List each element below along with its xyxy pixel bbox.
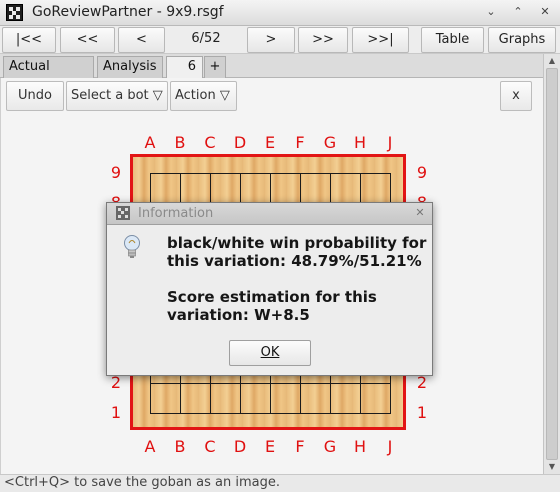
tab-actual-game[interactable]: Actual game — [3, 56, 94, 94]
previous-move-button[interactable]: < — [118, 27, 165, 53]
column-label: E — [264, 133, 276, 152]
win-probability-line1: black/white win probability for — [167, 234, 427, 252]
close-tab-button[interactable]: x — [500, 81, 532, 111]
ok-button[interactable]: OK — [229, 340, 311, 366]
ok-label: OK — [260, 345, 280, 360]
column-label: B — [174, 437, 186, 456]
row-label: 1 — [416, 403, 428, 422]
close-window-icon[interactable]: ✕ — [534, 2, 556, 22]
column-label: E — [264, 437, 276, 456]
forward-ten-button[interactable]: >> — [298, 27, 348, 53]
next-move-button[interactable]: > — [247, 27, 295, 53]
undo-button[interactable]: Undo — [6, 81, 64, 111]
first-move-button[interactable]: |<< — [2, 27, 56, 53]
column-label: F — [295, 437, 305, 456]
column-label: B — [174, 133, 186, 152]
column-label: G — [323, 133, 337, 152]
app-window: GoReviewPartner - 9x9.rsgf ⌄ ⌃ ✕ |<< << … — [0, 0, 560, 492]
grid-line-horizontal — [150, 413, 391, 414]
last-move-button[interactable]: >>| — [352, 27, 409, 53]
dialog-title-bar: Information ✕ — [107, 203, 432, 225]
window-title: GoReviewPartner - 9x9.rsgf — [32, 4, 224, 20]
back-ten-button[interactable]: << — [60, 27, 115, 53]
vertical-scrollbar[interactable]: ▲ ▼ — [543, 54, 560, 474]
tab-add-button[interactable]: + — [204, 56, 226, 78]
column-label: H — [353, 133, 367, 152]
column-label: J — [387, 133, 393, 152]
column-label: A — [144, 133, 156, 152]
minimize-icon[interactable]: ⌄ — [480, 2, 502, 22]
column-label: D — [233, 437, 247, 456]
navigation-bar: |<< << < 6/52 > >> >>| Table Graphs — [0, 26, 560, 54]
win-probability-line2: this variation: 48.79%/51.21% — [167, 252, 422, 270]
dialog-app-icon — [116, 206, 130, 220]
tab-strip: Actual game Analysis 6 + — [0, 54, 560, 94]
row-label: 9 — [110, 163, 122, 182]
column-label: D — [233, 133, 247, 152]
column-label: F — [295, 133, 305, 152]
dialog-close-icon[interactable]: ✕ — [413, 205, 427, 221]
column-label: C — [204, 133, 216, 152]
select-bot-dropdown[interactable]: Select a bot ▽ — [66, 81, 168, 111]
column-label: G — [323, 437, 337, 456]
app-icon — [6, 4, 23, 21]
column-label: H — [353, 437, 367, 456]
row-label: 1 — [110, 403, 122, 422]
tab-analysis[interactable]: Analysis — [97, 56, 163, 78]
table-button[interactable]: Table — [421, 27, 484, 53]
action-dropdown[interactable]: Action ▽ — [170, 81, 237, 111]
tab-variation-6[interactable]: 6 — [166, 56, 203, 78]
move-position-label: 6/52 — [191, 31, 221, 46]
score-estimation-line2: variation: W+8.5 — [167, 306, 310, 324]
column-label: A — [144, 437, 156, 456]
maximize-icon[interactable]: ⌃ — [507, 2, 529, 22]
title-bar: GoReviewPartner - 9x9.rsgf ⌄ ⌃ ✕ — [0, 0, 560, 26]
graphs-button[interactable]: Graphs — [488, 27, 556, 53]
column-label: J — [387, 437, 393, 456]
score-estimation-line1: Score estimation for this — [167, 288, 377, 306]
scroll-up-icon[interactable]: ▲ — [547, 56, 557, 66]
lightbulb-icon — [124, 235, 140, 258]
status-bar: <Ctrl+Q> to save the goban as an image. — [0, 474, 560, 492]
grid-line-horizontal — [150, 383, 391, 384]
scroll-down-icon[interactable]: ▼ — [547, 462, 557, 472]
column-label: C — [204, 437, 216, 456]
information-dialog: Information ✕ black/white win probabilit… — [106, 202, 433, 376]
dialog-title: Information — [138, 206, 214, 221]
scroll-thumb[interactable] — [546, 68, 558, 460]
row-label: 9 — [416, 163, 428, 182]
